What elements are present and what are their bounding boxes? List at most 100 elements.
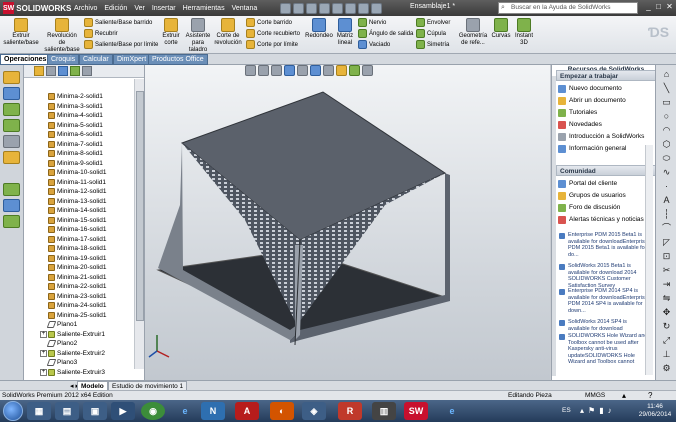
status-arrow-icon[interactable]: ▴ <box>622 391 626 400</box>
tree-item[interactable]: Minima-3-solid1 <box>48 102 103 112</box>
dimxpert-manager-icon[interactable] <box>70 66 80 76</box>
tree-item[interactable]: + Saliente-Extruir1 <box>40 330 105 340</box>
task-pane-link[interactable]: Tutoriales <box>558 107 597 118</box>
taskbar-rhino-icon[interactable]: R <box>338 402 362 420</box>
tree-item[interactable]: Minima-4-solid1 <box>48 111 103 121</box>
wrap-button[interactable]: Envolver <box>416 17 450 28</box>
mirror-button[interactable]: Simetría <box>416 39 450 50</box>
section-comunidad-header[interactable]: Comunidad <box>556 165 656 176</box>
centerline-tool-icon[interactable]: ┆ <box>660 209 673 219</box>
tree-item[interactable]: Minima-20-solid1 <box>48 263 107 273</box>
news-item[interactable]: SOLIDWORKS Hole Wizard and Toolbox canno… <box>559 333 650 366</box>
tray-network-icon[interactable]: ▮ <box>599 406 603 415</box>
rebuild-icon[interactable] <box>358 2 369 14</box>
tree-item[interactable]: Minima-6-solid1 <box>48 130 103 140</box>
display-manager-icon[interactable] <box>82 66 92 76</box>
feature-manager-icon[interactable] <box>34 66 44 76</box>
tree-item[interactable]: + Saliente-Extruir2 <box>40 349 105 359</box>
sketch-icon[interactable] <box>3 71 20 84</box>
lofted-cut-button[interactable]: Corte recubierto <box>246 28 300 39</box>
options-icon[interactable] <box>371 2 382 14</box>
tree-scrollbar[interactable] <box>134 79 144 369</box>
print-icon[interactable] <box>319 2 330 14</box>
solidworks-logo[interactable]: SW SOLIDWORKS <box>3 1 71 15</box>
tree-item[interactable]: Plano3 <box>46 358 77 368</box>
task-pane-link[interactable]: Foro de discusión <box>558 202 620 213</box>
tree-item[interactable]: Minima-24-solid1 <box>48 301 107 311</box>
point-tool-icon[interactable]: · <box>660 181 673 191</box>
graphics-area[interactable] <box>145 65 550 380</box>
start-button[interactable] <box>3 401 23 421</box>
task-pane-scrollbar[interactable] <box>645 145 653 375</box>
polygon-tool-icon[interactable]: ⬡ <box>660 139 673 149</box>
relations-tool-icon[interactable]: ⊥ <box>660 349 673 359</box>
task-pane-link[interactable]: Portal del cliente <box>558 178 617 189</box>
tab-productos-office[interactable]: Productos Office <box>148 54 208 65</box>
tray-arrow-icon[interactable]: ▴ <box>580 406 584 415</box>
menu-archivo[interactable]: Archivo <box>74 5 97 12</box>
taskbar-firefox-icon[interactable]: ◐ <box>270 402 294 420</box>
menu-ventana[interactable]: Ventana <box>232 5 258 12</box>
taskbar-window-icon[interactable]: ▣ <box>83 402 107 420</box>
ellipse-tool-icon[interactable]: ⬭ <box>660 153 673 163</box>
rib-button[interactable]: Nervio <box>358 17 413 28</box>
extrude-cut-button[interactable]: Extruir corte <box>158 18 184 47</box>
cube-model[interactable] <box>145 65 550 380</box>
scale-tool-icon[interactable]: ⤢ <box>660 335 673 345</box>
tree-item[interactable]: Minima-17-solid1 <box>48 235 107 245</box>
task-pane-link[interactable]: Nuevo documento <box>558 83 622 94</box>
tree-item[interactable]: Minima-9-solid1 <box>48 159 103 169</box>
curves-button[interactable]: Curvas <box>490 18 512 40</box>
tree-item[interactable]: Minima-19-solid1 <box>48 254 107 264</box>
open-icon[interactable] <box>293 2 304 14</box>
arc-icon[interactable] <box>3 151 20 164</box>
loft-button[interactable]: Recubrir <box>84 28 158 39</box>
arc-tool-icon[interactable]: ◠ <box>660 125 673 135</box>
taskbar-solidworks-icon[interactable]: SW <box>404 402 428 420</box>
spline-tool-icon[interactable]: ∿ <box>660 167 673 177</box>
offset-icon[interactable] <box>3 199 20 212</box>
repair-tool-icon[interactable]: ⚙ <box>660 363 673 373</box>
minimize-button[interactable]: _ <box>644 2 653 12</box>
tree-item[interactable]: Plano1 <box>46 320 77 330</box>
tree-item[interactable]: + Saliente-Extruir3 <box>40 368 105 378</box>
hole-wizard-button[interactable]: Asistente para taladro <box>184 18 212 54</box>
reference-geometry-button[interactable]: Geometría de refe... <box>456 18 490 47</box>
menu-edicion[interactable]: Edición <box>104 5 127 12</box>
tree-item[interactable]: Minima-12-solid1 <box>48 187 107 197</box>
task-pane-link[interactable]: Alertas técnicas y noticias <box>558 214 644 225</box>
linear-pattern-button[interactable]: Matriz lineal <box>334 18 356 47</box>
maximize-button[interactable]: □ <box>654 2 663 12</box>
new-icon[interactable] <box>280 2 291 14</box>
smart-dimension-icon[interactable] <box>3 87 20 100</box>
shell-button[interactable]: Vaciado <box>358 39 413 50</box>
text-tool-icon[interactable]: A <box>660 195 673 205</box>
chamfer-tool-icon[interactable]: ◸ <box>660 237 673 247</box>
circle-icon[interactable] <box>3 135 20 148</box>
tree-scroll-thumb[interactable] <box>136 91 144 321</box>
task-pane-link[interactable]: Abrir un documento <box>558 95 626 106</box>
undo-icon[interactable] <box>332 2 343 14</box>
menu-ver[interactable]: Ver <box>134 5 145 12</box>
rectangle-icon[interactable] <box>3 119 20 132</box>
boundary-boss-button[interactable]: Saliente/Base por límite <box>84 39 158 50</box>
tree-item[interactable]: Plano2 <box>46 339 77 349</box>
taskbar-ie2-icon[interactable]: e <box>440 402 464 420</box>
taskbar-onenote-icon[interactable]: N <box>201 402 225 420</box>
fillet-tool-icon[interactable]: ⌒ <box>660 223 673 233</box>
tree-item[interactable]: Minima-21-solid1 <box>48 273 107 283</box>
extend-tool-icon[interactable]: ⇥ <box>660 279 673 289</box>
tree-item[interactable]: Minima-10-solid1 <box>48 168 107 178</box>
configuration-manager-icon[interactable] <box>58 66 68 76</box>
line-tool-icon[interactable]: ╲ <box>660 83 673 93</box>
taskbar-ie-icon[interactable]: e <box>173 402 197 420</box>
task-pane-link[interactable]: Información general <box>558 143 626 154</box>
select-icon[interactable] <box>345 2 356 14</box>
expand-toggle-icon[interactable]: + <box>40 368 47 376</box>
trim-tool-icon[interactable]: ✂ <box>660 265 673 275</box>
mirror-entities-icon[interactable] <box>3 215 20 228</box>
dome-button[interactable]: Cúpula <box>416 28 450 39</box>
tray-flag-icon[interactable]: ⚑ <box>588 406 595 415</box>
circle-tool-icon[interactable]: ○ <box>660 111 673 121</box>
property-manager-icon[interactable] <box>46 66 56 76</box>
